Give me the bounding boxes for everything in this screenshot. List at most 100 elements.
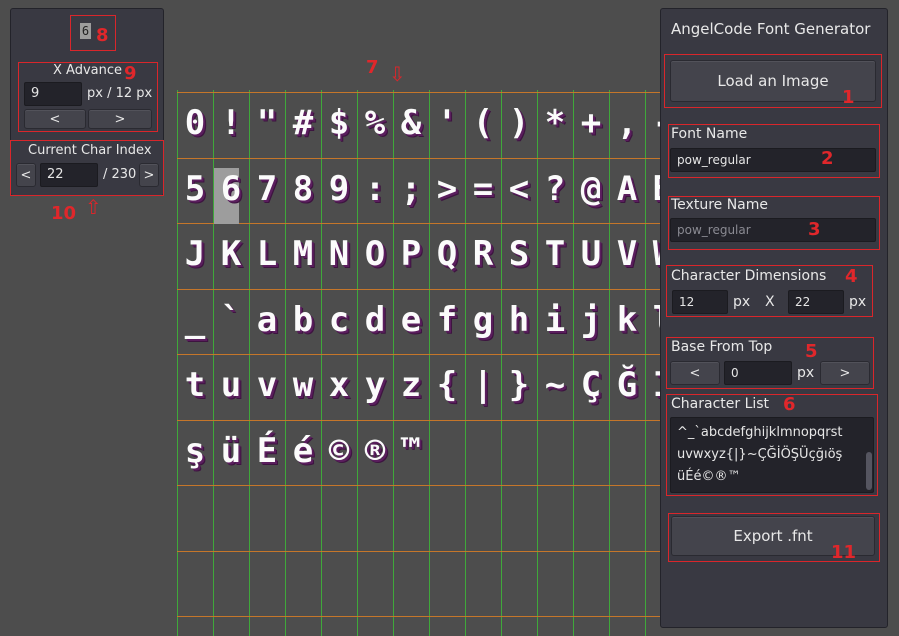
glyph-cell[interactable]: - <box>645 106 660 140</box>
glyph-cell[interactable]: 5 <box>177 172 213 206</box>
glyph-cell[interactable]: e <box>393 303 429 337</box>
glyph-cell[interactable]: W <box>645 237 660 271</box>
glyph-cell[interactable]: _ <box>177 303 213 337</box>
glyph-cell[interactable]: 6 <box>213 172 249 206</box>
glyph-cell[interactable]: & <box>393 106 429 140</box>
glyph-cell[interactable]: M <box>285 237 321 271</box>
glyph-cell[interactable]: O <box>357 237 393 271</box>
glyph-cell[interactable]: T <box>537 237 573 271</box>
glyph-cell[interactable]: Q <box>429 237 465 271</box>
base-from-top-input[interactable]: 0 <box>724 361 792 385</box>
character-list-textarea[interactable]: ^_`abcdefghijklmnopqrst uvwxyz{|}~ÇĞİÖŞÜ… <box>670 417 874 493</box>
glyph-cell[interactable]: © <box>321 434 357 468</box>
glyph-cell[interactable]: ~ <box>537 368 573 402</box>
glyph-cell[interactable]: { <box>429 368 465 402</box>
glyph-cell[interactable]: c <box>321 303 357 337</box>
glyph-cell[interactable]: , <box>609 106 645 140</box>
glyph-cell[interactable]: 8 <box>285 172 321 206</box>
glyph-cell[interactable]: ' <box>429 106 465 140</box>
x-advance-next-button[interactable]: > <box>88 109 152 129</box>
glyph-cell[interactable]: Ğ <box>609 368 645 402</box>
base-next-button[interactable]: > <box>820 361 870 385</box>
glyph-cell[interactable]: % <box>357 106 393 140</box>
glyph-cell[interactable]: 7 <box>249 172 285 206</box>
glyph-cell[interactable]: A <box>609 172 645 206</box>
glyph-cell[interactable]: ® <box>357 434 393 468</box>
glyph-cell[interactable]: N <box>321 237 357 271</box>
char-height-input[interactable]: 22 <box>788 290 844 314</box>
glyph-cell[interactable]: B <box>645 172 660 206</box>
glyph-cell[interactable]: j <box>573 303 609 337</box>
x-advance-input[interactable]: 9 <box>24 82 82 106</box>
font-name-input[interactable]: pow_regular <box>670 148 876 172</box>
glyph-cell[interactable]: g <box>465 303 501 337</box>
char-index-prev-button[interactable]: < <box>16 163 36 187</box>
annotation-9: 9 <box>124 63 137 84</box>
glyph-cell[interactable]: } <box>501 368 537 402</box>
width-unit: px <box>733 294 751 310</box>
character-list-scrollbar[interactable] <box>866 452 872 490</box>
glyph-cell[interactable]: = <box>465 172 501 206</box>
glyph-cell[interactable]: 0 <box>177 106 213 140</box>
glyph-cell[interactable]: # <box>285 106 321 140</box>
glyph-cell[interactable]: $ <box>321 106 357 140</box>
glyph-cell[interactable]: ` <box>213 303 249 337</box>
glyph-cell[interactable]: b <box>285 303 321 337</box>
x-advance-prev-button[interactable]: < <box>24 109 86 129</box>
grid-hline <box>177 289 660 290</box>
glyph-cell[interactable]: v <box>249 368 285 402</box>
glyph-cell[interactable]: É <box>249 434 285 468</box>
glyph-cell[interactable]: + <box>573 106 609 140</box>
glyph-cell[interactable]: w <box>285 368 321 402</box>
glyph-cell[interactable]: J <box>177 237 213 271</box>
glyph-cell[interactable]: @ <box>573 172 609 206</box>
glyph-cell[interactable]: t <box>177 368 213 402</box>
glyph-cell[interactable]: ( <box>465 106 501 140</box>
glyph-cell[interactable]: ü <box>213 434 249 468</box>
char-index-next-button[interactable]: > <box>139 163 159 187</box>
glyph-cell[interactable]: V <box>609 237 645 271</box>
char-index-input[interactable]: 22 <box>40 163 98 187</box>
glyph-cell[interactable]: d <box>357 303 393 337</box>
glyph-cell[interactable]: R <box>465 237 501 271</box>
glyph-cell[interactable]: Ç <box>573 368 609 402</box>
glyph-cell[interactable]: K <box>213 237 249 271</box>
grid-hline <box>177 354 660 355</box>
char-width-input[interactable]: 12 <box>672 290 728 314</box>
glyph-cell[interactable]: ; <box>393 172 429 206</box>
glyph-cell[interactable]: P <box>393 237 429 271</box>
glyph-cell[interactable]: h <box>501 303 537 337</box>
base-prev-button[interactable]: < <box>670 361 720 385</box>
glyph-cell[interactable]: x <box>321 368 357 402</box>
glyph-cell[interactable]: i <box>537 303 573 337</box>
glyph-cell[interactable]: İ <box>645 368 660 402</box>
glyph-cell[interactable]: S <box>501 237 537 271</box>
glyph-cell[interactable]: * <box>537 106 573 140</box>
glyph-cell[interactable]: L <box>249 237 285 271</box>
glyph-cell[interactable]: y <box>357 368 393 402</box>
glyph-cell[interactable]: > <box>429 172 465 206</box>
glyph-cell[interactable]: : <box>357 172 393 206</box>
glyph-cell[interactable]: é <box>285 434 321 468</box>
texture-name-input[interactable]: pow_regular <box>670 218 876 242</box>
glyph-cell[interactable]: z <box>393 368 429 402</box>
glyph-cell[interactable]: f <box>429 303 465 337</box>
glyph-cell[interactable]: ? <box>537 172 573 206</box>
glyph-cell[interactable]: u <box>213 368 249 402</box>
glyph-cell[interactable]: ) <box>501 106 537 140</box>
dimensions-label: Character Dimensions <box>671 268 827 284</box>
glyph-cell[interactable]: k <box>609 303 645 337</box>
glyph-cell[interactable]: ! <box>213 106 249 140</box>
glyph-grid-canvas[interactable]: 0!"#$%&'()*+,- 56789:;>=<?@AB JKLMNOPQRSTU… <box>177 90 660 636</box>
annotation-7: 7 <box>366 57 379 78</box>
glyph-cell[interactable]: ™ <box>393 434 429 468</box>
glyph-cell[interactable]: U <box>573 237 609 271</box>
glyph-cell[interactable]: < <box>501 172 537 206</box>
glyph-cell[interactable]: | <box>465 368 501 402</box>
glyph-cell[interactable]: 9 <box>321 172 357 206</box>
grid-hline <box>177 616 660 617</box>
glyph-cell[interactable]: a <box>249 303 285 337</box>
glyph-cell[interactable]: l <box>645 303 660 337</box>
glyph-cell[interactable]: ş <box>177 434 213 468</box>
glyph-cell[interactable]: " <box>249 106 285 140</box>
